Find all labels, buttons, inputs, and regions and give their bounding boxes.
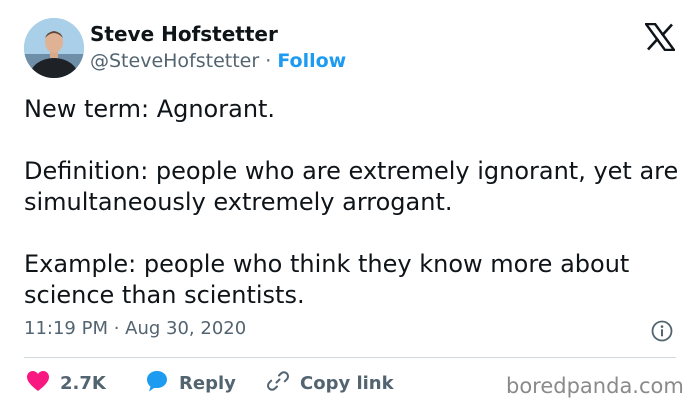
reply-button[interactable]: Reply — [145, 371, 236, 395]
heart-icon — [26, 370, 50, 396]
link-icon — [266, 369, 290, 397]
reply-bubble-icon — [145, 369, 169, 397]
author-display-name[interactable]: Steve Hofstetter — [90, 22, 278, 46]
tweet-paragraph: Definition: people who are extremely ign… — [24, 157, 679, 216]
site-watermark: boredpanda.com — [506, 374, 684, 398]
author-handle[interactable]: @SteveHofstetter — [90, 50, 259, 72]
handle-separator: · — [259, 50, 278, 72]
author-handle-row: @SteveHofstetter · Follow — [90, 50, 346, 72]
tweet-card: Steve Hofstetter @SteveHofstetter · Foll… — [0, 0, 700, 410]
tweet-timestamp[interactable]: 11:19 PM · Aug 30, 2020 — [24, 318, 246, 339]
copy-link-label: Copy link — [300, 372, 394, 394]
like-button[interactable]: 2.7K — [26, 371, 106, 395]
info-icon[interactable] — [651, 320, 673, 342]
tweet-paragraph: Example: people who think they know more… — [24, 250, 630, 309]
like-count: 2.7K — [60, 372, 106, 394]
copy-link-button[interactable]: Copy link — [266, 371, 394, 395]
follow-button[interactable]: Follow — [277, 50, 346, 72]
reply-label: Reply — [179, 372, 236, 394]
tweet-text: New term: Agnorant. Definition: people w… — [24, 94, 684, 311]
divider — [24, 357, 676, 358]
x-logo-icon[interactable] — [644, 22, 676, 52]
person-avatar-icon — [24, 18, 84, 78]
tweet-paragraph: New term: Agnorant. — [24, 95, 276, 123]
author-avatar[interactable] — [24, 18, 84, 78]
